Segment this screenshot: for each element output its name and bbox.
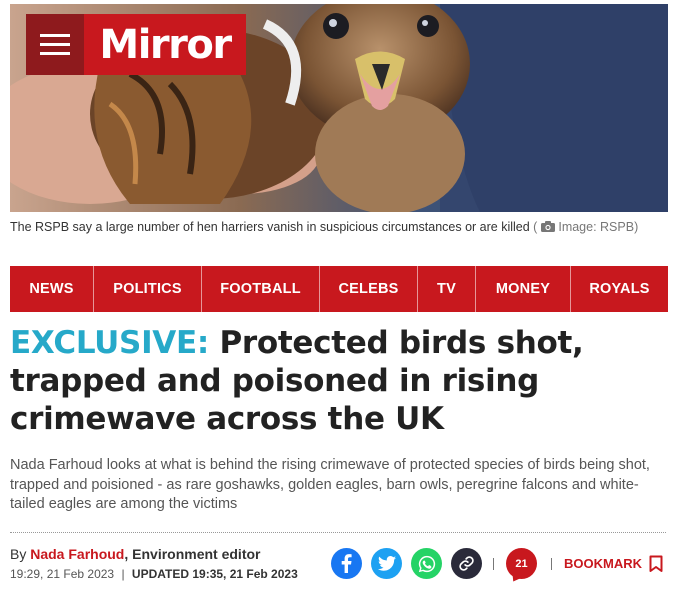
nav-item-news[interactable]: NEWS	[10, 266, 94, 312]
published-date: 19:29, 21 Feb 2023	[10, 567, 115, 581]
comment-count: 21	[515, 557, 528, 570]
author-role: , Environment editor	[124, 546, 261, 562]
divider	[10, 532, 666, 533]
byline: By Nada Farhoud, Environment editor	[10, 546, 260, 562]
image-caption: The RSPB say a large number of hen harri…	[10, 218, 660, 236]
comments-button[interactable]: 21	[506, 548, 537, 579]
credit-text: Image: RSPB)	[558, 220, 639, 234]
menu-line	[40, 34, 70, 37]
nav-item-football[interactable]: FOOTBALL	[202, 266, 320, 312]
site-header: Mirror	[26, 14, 246, 75]
facebook-share-button[interactable]	[331, 548, 362, 579]
twitter-icon	[377, 556, 396, 571]
camera-icon	[541, 221, 556, 232]
twitter-share-button[interactable]	[371, 548, 402, 579]
byline-prefix: By	[10, 546, 27, 562]
article-headline: EXCLUSIVE: Protected birds shot, trapped…	[10, 324, 660, 438]
exclusive-label: EXCLUSIVE:	[10, 325, 209, 361]
bookmark-button[interactable]: BOOKMARK	[564, 555, 663, 573]
whatsapp-icon	[418, 555, 435, 572]
bookmark-icon	[649, 555, 663, 572]
bookmark-label: BOOKMARK	[564, 556, 642, 571]
nav-item-celebs[interactable]: CELEBS	[320, 266, 418, 312]
author-link[interactable]: Nada Farhoud	[30, 546, 124, 562]
share-bar: 21 BOOKMARK	[331, 548, 663, 579]
link-icon	[459, 556, 474, 571]
nav-item-royals[interactable]: ROYALS	[571, 266, 668, 312]
share-separator	[493, 557, 494, 570]
article-standfirst: Nada Farhoud looks at what is behind the…	[10, 457, 650, 512]
whatsapp-share-button[interactable]	[411, 548, 442, 579]
article-dates: 19:29, 21 Feb 2023 | UPDATED 19:35, 21 F…	[10, 567, 298, 581]
nav-item-politics[interactable]: POLITICS	[94, 266, 202, 312]
copy-link-button[interactable]	[451, 548, 482, 579]
share-separator	[551, 557, 552, 570]
date-separator: |	[121, 567, 125, 581]
nav-item-money[interactable]: MONEY	[476, 266, 571, 312]
menu-line	[40, 43, 70, 46]
menu-line	[40, 52, 70, 55]
image-credit: (Image: RSPB)	[533, 220, 639, 234]
mirror-logo[interactable]: Mirror	[84, 14, 246, 75]
updated-date: UPDATED 19:35, 21 Feb 2023	[131, 567, 298, 581]
caption-text: The RSPB say a large number of hen harri…	[10, 220, 530, 234]
facebook-icon	[341, 554, 352, 573]
nav-item-tv[interactable]: TV	[418, 266, 476, 312]
section-nav: NEWS POLITICS FOOTBALL CELEBS TV MONEY R…	[10, 266, 668, 312]
hamburger-menu-icon[interactable]	[26, 14, 84, 75]
